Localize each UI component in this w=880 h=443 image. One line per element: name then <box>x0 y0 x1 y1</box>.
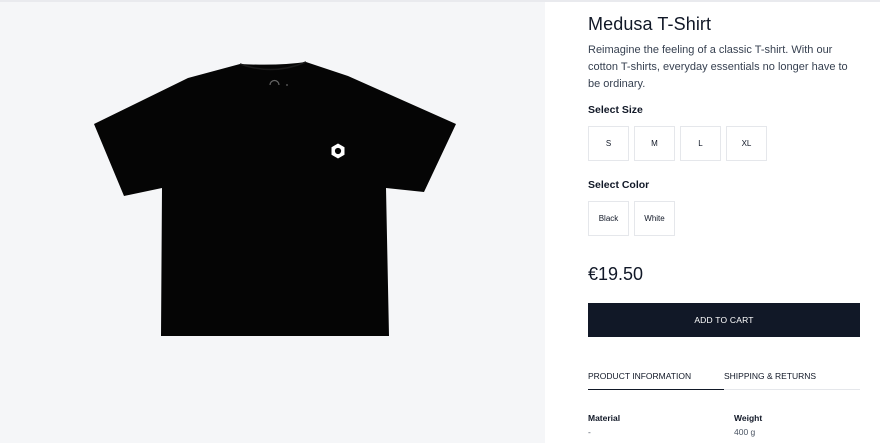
spec-material: Material - <box>588 413 620 437</box>
product-price: €19.50 <box>588 264 644 284</box>
size-options: S M L XL <box>588 126 767 161</box>
tshirt-image <box>94 61 456 336</box>
material-label: Material <box>588 413 621 423</box>
product-title: Medusa T-Shirt <box>588 14 712 34</box>
tab-shipping-returns[interactable]: SHIPPING & RETURNS <box>724 371 816 390</box>
product-image-panel <box>0 2 545 443</box>
product-tabs: PRODUCT INFORMATION SHIPPING & RETURNS <box>588 371 860 390</box>
size-label: Select Size <box>588 104 643 116</box>
color-option-black[interactable]: Black <box>588 201 629 236</box>
spec-weight: Weight 400 g <box>734 413 762 437</box>
product-description: Reimagine the feeling of a classic T-shi… <box>588 44 848 90</box>
weight-label: Weight <box>734 413 763 423</box>
tab-product-information[interactable]: PRODUCT INFORMATION <box>588 371 724 390</box>
size-option-m[interactable]: M <box>634 126 675 161</box>
size-option-s[interactable]: S <box>588 126 629 161</box>
size-option-xl[interactable]: XL <box>726 126 767 161</box>
product-info-panel: Medusa T-Shirt Reimagine the feeling of … <box>588 0 860 443</box>
color-label: Select Color <box>588 179 650 191</box>
color-options: Black White <box>588 201 675 236</box>
color-option-white[interactable]: White <box>634 201 675 236</box>
size-option-l[interactable]: L <box>680 126 721 161</box>
material-value: - <box>588 427 591 437</box>
weight-value: 400 g <box>734 427 756 437</box>
add-to-cart-button[interactable]: ADD TO CART <box>588 303 860 337</box>
